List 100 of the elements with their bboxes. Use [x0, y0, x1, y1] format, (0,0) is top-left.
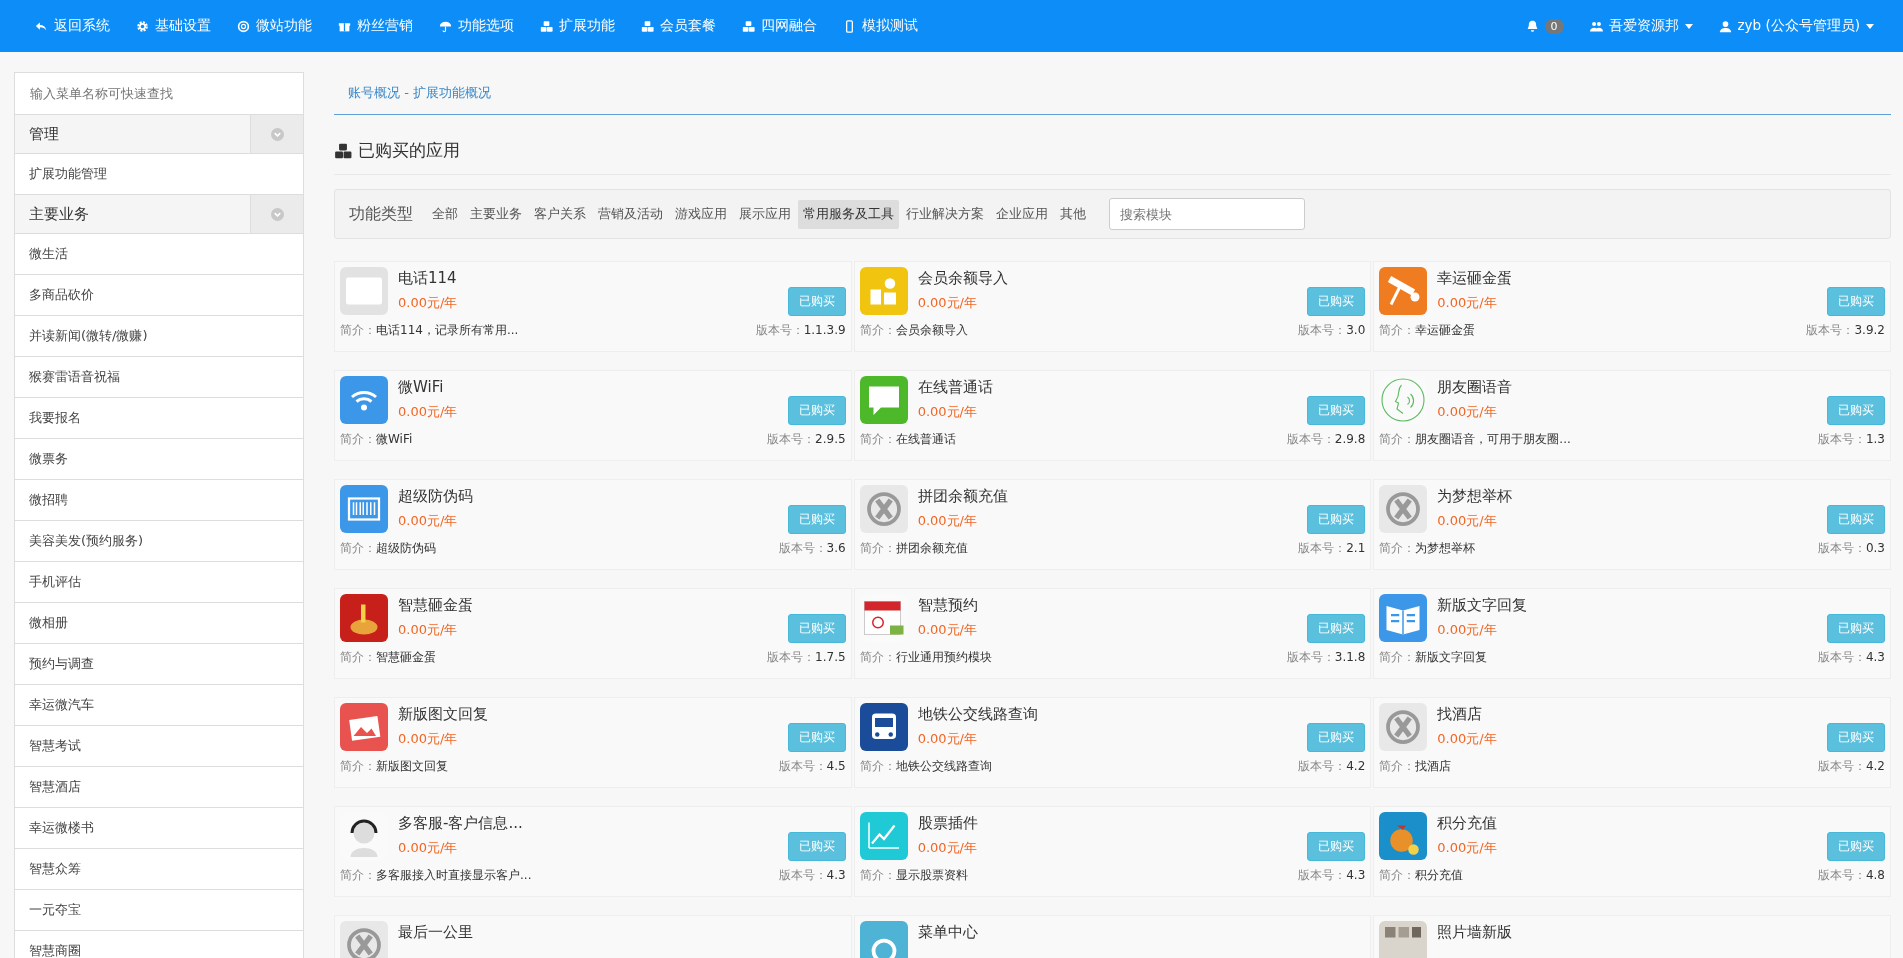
category-tab[interactable]: 展示应用 [734, 199, 796, 229]
app-title: 智慧预约 [917, 596, 979, 615]
app-title: 地铁公交线路查询 [917, 705, 1039, 724]
app-intro: 简介：智慧砸金蛋 [340, 649, 436, 666]
sidebar-item[interactable]: 手机评估 [15, 562, 303, 603]
sidebar-item[interactable]: 微招聘 [15, 480, 303, 521]
category-tab[interactable]: 游戏应用 [670, 199, 732, 229]
sidebar-item[interactable]: 并读新闻(微转/微赚) [15, 316, 303, 357]
sidebar-item[interactable]: 微生活 [15, 234, 303, 275]
app-intro: 简介：会员余额导入 [859, 322, 968, 339]
app-intro: 简介：在线普通话 [859, 431, 956, 448]
app-price: 0.00元/年 [398, 294, 459, 312]
app-version: 版本号：4.3 [1298, 867, 1366, 884]
app-version: 版本号：0.3 [1817, 540, 1885, 557]
app-intro: 简介：为梦想举杯 [1379, 540, 1476, 557]
category-tab[interactable]: 客户关系 [529, 199, 591, 229]
app-version: 版本号：4.2 [1817, 758, 1885, 775]
sidebar-item[interactable]: 多商品砍价 [15, 275, 303, 316]
sidebar-item[interactable]: 我要报名 [15, 398, 303, 439]
sidebar-item[interactable]: 美容美发(预约服务) [15, 521, 303, 562]
app-price: 0.00元/年 [398, 403, 459, 421]
cubes-icon [540, 19, 553, 33]
app-price: 0.00元/年 [1437, 403, 1498, 421]
app-version: 版本号：1.1.3.9 [755, 322, 846, 339]
breadcrumb-link[interactable]: 账号概况 - 扩展功能概况 [348, 85, 491, 100]
app-version: 版本号：1.7.5 [767, 649, 846, 666]
sidebar-item[interactable]: 幸运微楼书 [15, 808, 303, 849]
app-intro: 简介：显示股票资料 [859, 867, 968, 884]
app-intro: 简介：拼团余额充值 [859, 540, 968, 557]
umbrella-icon [439, 19, 452, 33]
caret-icon [1866, 23, 1874, 29]
category-tab[interactable]: 全部 [427, 199, 463, 229]
app-version: 版本号：3.9.2 [1806, 322, 1885, 339]
category-tab[interactable]: 营销及活动 [593, 199, 668, 229]
sidebar-group-header[interactable]: 主要业务 [15, 195, 303, 234]
app-intro: 简介：找酒店 [1379, 758, 1452, 775]
app-version: 版本号：3.0 [1298, 322, 1366, 339]
app-intro: 简介：超级防伪码 [340, 540, 436, 557]
app-price: 0.00元/年 [398, 839, 459, 857]
app-title: 最后一公里 [398, 923, 474, 942]
sidebar-item[interactable]: 预约与调查 [15, 644, 303, 685]
app-title: 菜单中心 [917, 923, 979, 942]
notification-count: 0 [1544, 18, 1564, 34]
sidebar-group-header[interactable]: 管理 [15, 115, 303, 154]
app-intro: 简介：朋友圈语音，可用于朋友圈... [1379, 431, 1571, 448]
category-tab[interactable]: 企业应用 [991, 199, 1053, 229]
app-price: 0.00元/年 [917, 512, 978, 530]
lifebuoy-icon [237, 19, 250, 33]
app-price: 0.00元/年 [1437, 621, 1498, 639]
app-title: 积分充值 [1437, 814, 1499, 833]
photo-grid-icon [1379, 921, 1428, 958]
app-title: 会员余额导入 [917, 269, 1009, 288]
app-intro: 简介：微WiFi [340, 431, 413, 448]
app-title: 找酒店 [1437, 705, 1484, 724]
sidebar-item[interactable]: 智慧众筹 [15, 849, 303, 890]
sidebar-item[interactable]: 微票务 [15, 439, 303, 480]
cubes-icon [742, 19, 755, 33]
app-intro: 简介：新版图文回复 [340, 758, 448, 775]
sidebar-item[interactable]: 智慧考试 [15, 726, 303, 767]
app-price: 0.00元/年 [917, 403, 978, 421]
module-search-field[interactable]: 搜索模块 [1109, 198, 1305, 230]
mobile-icon [843, 19, 856, 33]
face-profile-icon [1379, 376, 1428, 424]
app-version: 版本号：2.9.8 [1286, 431, 1366, 448]
app-price: 0.00元/年 [1437, 730, 1498, 748]
notifications-button[interactable]: 0 [1512, 0, 1577, 52]
app-title: 照片墙新版 [1437, 923, 1514, 942]
app-intro: 简介：多客服接入时直接显示客户... [340, 867, 532, 884]
category-tab[interactable]: 常用服务及工具 [798, 199, 899, 229]
hammer-icon [1379, 267, 1428, 315]
section-title: 已购买的应用 [358, 139, 460, 162]
wifi-icon [340, 376, 388, 424]
app-price: 0.00元/年 [917, 839, 978, 857]
app-title: 在线普通话 [917, 378, 994, 397]
app-price: 0.00元/年 [917, 621, 978, 639]
sidebar-item[interactable]: 智慧酒店 [15, 767, 303, 808]
sidebar-item[interactable]: 一元夺宝 [15, 890, 303, 931]
sidebar-item[interactable]: 智慧商圈 [15, 931, 303, 958]
category-tab[interactable]: 行业解决方案 [901, 199, 989, 229]
sidebar-item[interactable]: 幸运微汽车 [15, 685, 303, 726]
category-tab[interactable]: 主要业务 [465, 199, 527, 229]
category-tab[interactable]: 其他 [1055, 199, 1091, 229]
app-intro: 简介：电话114，记录所有常用... [340, 322, 519, 339]
gear-icon [136, 19, 149, 33]
coins-icon [859, 267, 908, 315]
app-intro: 简介：幸运砸金蛋 [1379, 322, 1476, 339]
app-version: 版本号：3.6 [778, 540, 846, 557]
app-title: 朋友圈语音 [1437, 378, 1514, 397]
app-price: 0.00元/年 [398, 512, 459, 530]
app-price: 0.00元/年 [917, 294, 978, 312]
app-version: 版本号：4.5 [778, 758, 846, 775]
user-icon [1718, 19, 1732, 33]
filter-label: 功能类型 [349, 203, 413, 225]
app-intro: 简介：新版文字回复 [1379, 649, 1488, 666]
cubes-icon [334, 141, 352, 160]
app-version: 版本号：4.3 [778, 867, 846, 884]
app-version: 版本号：3.1.8 [1286, 649, 1366, 666]
sidebar-item[interactable]: 猴赛雷语音祝福 [15, 357, 303, 398]
sidebar-item[interactable]: 微相册 [15, 603, 303, 644]
picture-icon [340, 703, 388, 751]
